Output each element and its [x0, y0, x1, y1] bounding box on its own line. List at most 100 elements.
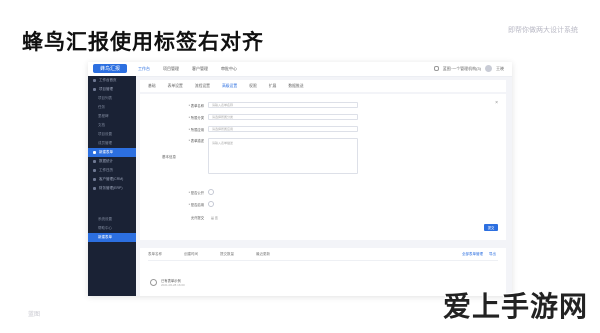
close-icon[interactable]: × — [495, 100, 498, 106]
sidebar-item[interactable]: 成员管理 — [88, 139, 136, 148]
public-radio[interactable] — [208, 189, 214, 195]
export-link[interactable]: 导出 — [489, 252, 496, 257]
app-logo[interactable]: 蜂鸟汇报 — [93, 64, 127, 73]
tab[interactable]: 权限 — [249, 84, 257, 89]
form-row: * 是否公开 — [184, 189, 214, 195]
sidebar-item-label: 新建表单 — [99, 150, 113, 154]
field-label: 允许提交 — [190, 216, 204, 220]
sidebar-item-icon — [93, 79, 96, 82]
sidebar-item-label: 工作台首页 — [99, 78, 117, 82]
form-row: * 表单描述 请输入表单描述 — [184, 138, 358, 174]
field-label: * 是否启用 — [188, 202, 204, 207]
sidebar-item-label: 成员管理 — [98, 141, 112, 145]
sidebar: 工作台首页 项目管理 项目列表 任务 里程碑 文档 项目设置 成员管理 新建表单 数据统计 工作日历… — [88, 76, 136, 296]
sidebar-item-label: 文档 — [98, 123, 105, 127]
sidebar-item[interactable]: 系统设置 — [88, 215, 136, 224]
app-topbar: 蜂鸟汇报 工作台 项目管理 客户管理 审批中心 蓝图·一个管理机构(3) 王晓 — [88, 62, 512, 77]
tab[interactable]: 高级设置 — [222, 84, 237, 89]
field-label: * 表单名称 — [188, 103, 204, 108]
form-row: * 是否启用 — [184, 201, 214, 207]
sidebar-item-label: 项目列表 — [98, 96, 112, 100]
sidebar-item[interactable]: 新建表单 — [88, 148, 136, 157]
enabled-radio[interactable] — [208, 201, 214, 207]
form-name-input[interactable]: 请输入表单名称 — [208, 102, 358, 108]
sidebar-item-label: 数据统计 — [99, 159, 113, 163]
sidebar-item[interactable]: 帮助中心 — [88, 224, 136, 233]
form-row: * 所属分类 请选择所属分类 — [184, 114, 358, 120]
sidebar-item-label: 客户管理(CRM) — [99, 177, 124, 181]
sidebar-item-label: 系统设置 — [98, 217, 112, 221]
user-name[interactable]: 王晓 — [496, 66, 504, 72]
tab[interactable]: 流程设置 — [195, 84, 210, 89]
sidebar-item[interactable]: 客户管理(CRM) — [88, 175, 136, 184]
main-content: 基础 表单设置 流程设置 高级设置 权限 扩展 数据推送 × 基本信息 * 表单名称 请输入… — [140, 80, 506, 296]
list-item[interactable]: 已有表单示例 2021-06-28 16:00 — [150, 278, 185, 287]
field-label: * 所属分类 — [188, 115, 204, 120]
sidebar-item-label: 工作日历 — [99, 168, 113, 172]
sidebar-item[interactable]: 任务 — [88, 103, 136, 112]
sidebar-item[interactable]: 项目列表 — [88, 94, 136, 103]
form-row: * 表单名称 请输入表单名称 — [184, 102, 358, 108]
tab[interactable]: 扩展 — [269, 84, 277, 89]
top-nav-item[interactable]: 工作台 — [138, 66, 150, 72]
top-nav-item[interactable]: 审批中心 — [221, 66, 237, 72]
app-screenshot: 蜂鸟汇报 工作台 项目管理 客户管理 审批中心 蓝图·一个管理机构(3) 王晓 … — [88, 62, 512, 296]
sidebar-item-label: 新建表单 — [98, 235, 112, 239]
list-header: 表单名称 创建时间 提交数量 最近更新 — [148, 252, 270, 257]
sidebar-item-label: 项目设置 — [98, 132, 112, 136]
sidebar-item-icon — [93, 88, 96, 91]
list-item-text: 已有表单示例 2021-06-28 16:00 — [161, 278, 185, 287]
field-label: * 表单描述 — [188, 139, 204, 143]
list-column-header: 创建时间 — [184, 252, 198, 256]
sidebar-item[interactable]: 数据统计 — [88, 157, 136, 166]
submit-permission-options[interactable]: 是 否 — [211, 216, 218, 220]
top-nav-item[interactable]: 客户管理 — [192, 66, 208, 72]
user-icon — [150, 279, 157, 286]
sidebar-item-label: 财务管理(ERP) — [99, 186, 123, 190]
tab[interactable]: 数据推送 — [288, 84, 303, 89]
list-column-header: 最近更新 — [256, 252, 270, 256]
list-column-header: 表单名称 — [148, 252, 162, 256]
list-item-subtitle: 2021-06-28 16:00 — [161, 283, 185, 287]
sidebar-item-icon — [93, 178, 96, 181]
list-actions: 全部表单管理 导出 — [462, 252, 496, 257]
sidebar-item[interactable]: 工作日历 — [88, 166, 136, 175]
description-textarea[interactable]: 请输入表单描述 — [208, 138, 358, 174]
manage-forms-link[interactable]: 全部表单管理 — [462, 252, 483, 257]
sidebar-item-icon — [93, 187, 96, 190]
category-select[interactable]: 请选择所属分类 — [208, 114, 358, 120]
sidebar-item[interactable]: 财务管理(ERP) — [88, 184, 136, 193]
form-card: × 基本信息 * 表单名称 请输入表单名称 * 所属分类 请选择所属分类 * 所… — [140, 94, 506, 240]
sidebar-item-label: 里程碑 — [98, 114, 109, 118]
sidebar-item-icon — [93, 160, 96, 163]
org-switcher[interactable]: 蓝图·一个管理机构(3) — [443, 66, 481, 72]
sidebar-item[interactable]: 新建表单 — [88, 233, 136, 242]
site-watermark: 爱上手游网 — [442, 291, 588, 322]
list-column-header: 提交数量 — [220, 252, 234, 256]
sidebar-item[interactable]: 项目管理 — [88, 85, 136, 94]
tab-bar: 基础 表单设置 流程设置 高级设置 权限 扩展 数据推送 — [140, 80, 506, 92]
tab[interactable]: 基础 — [148, 84, 156, 89]
submit-button[interactable]: 提交 — [484, 224, 498, 231]
corner-tag: 即帮你做两大设计系统 — [508, 27, 578, 34]
app-logo-text: 蜂鸟汇报 — [99, 66, 120, 72]
form-group-label: 基本信息 — [162, 155, 176, 159]
tab[interactable]: 表单设置 — [168, 84, 183, 89]
divider — [148, 260, 498, 261]
sidebar-item-label: 项目管理 — [99, 87, 113, 91]
top-right-area: 蓝图·一个管理机构(3) 王晓 — [433, 65, 504, 72]
sidebar-item-label: 帮助中心 — [98, 226, 112, 230]
sidebar-item[interactable]: 文档 — [88, 121, 136, 130]
sidebar-item[interactable]: 里程碑 — [88, 112, 136, 121]
bell-icon[interactable] — [433, 66, 439, 71]
sidebar-item[interactable]: 项目设置 — [88, 130, 136, 139]
top-nav: 工作台 项目管理 客户管理 审批中心 — [138, 66, 237, 72]
sidebar-item-label: 任务 — [98, 105, 105, 109]
application-select[interactable]: 请选择所属应用 — [208, 126, 358, 132]
top-nav-item[interactable]: 项目管理 — [163, 66, 179, 72]
sidebar-item[interactable]: 工作台首页 — [88, 76, 136, 85]
field-label: * 所属应用 — [188, 127, 204, 132]
avatar[interactable] — [485, 65, 492, 72]
slide-heading: 蜂鸟汇报使用标签右对齐 — [22, 31, 264, 54]
form-row: 允许提交 是 否 — [184, 215, 218, 221]
